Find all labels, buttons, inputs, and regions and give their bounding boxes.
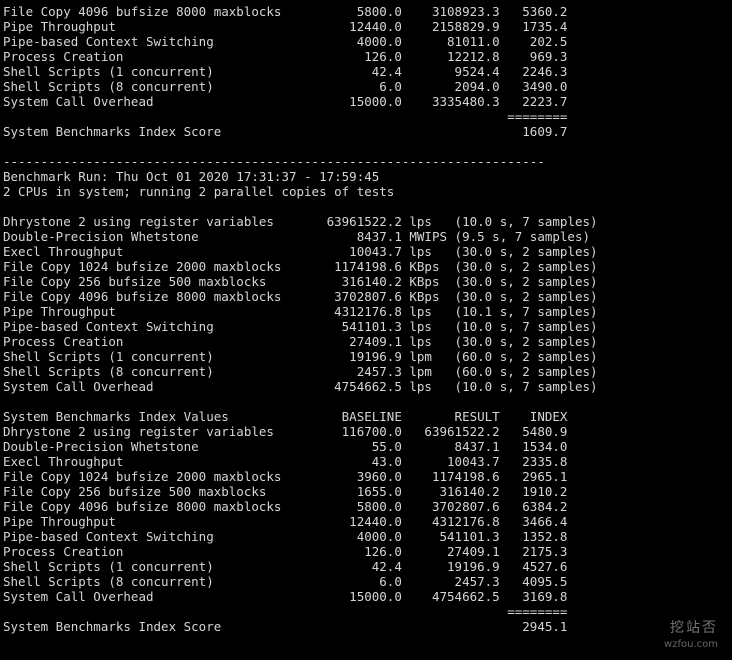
terminal-line: File Copy 1024 bufsize 2000 maxblocks 39…: [3, 469, 568, 484]
terminal-line: Benchmark Run: Thu Oct 01 2020 17:31:37 …: [3, 169, 380, 184]
terminal-line: Pipe-based Context Switching 4000.0 8101…: [3, 34, 568, 49]
terminal-line: Dhrystone 2 using register variables 639…: [3, 214, 598, 229]
watermark: 挖站否 wzfou.com: [664, 621, 718, 652]
terminal-line: System Call Overhead 15000.0 4754662.5 3…: [3, 589, 568, 604]
terminal-line: Pipe Throughput 12440.0 4312176.8 3466.4: [3, 514, 568, 529]
terminal-line: Pipe Throughput 4312176.8 lps (10.1 s, 7…: [3, 304, 598, 319]
terminal-line: File Copy 256 bufsize 500 maxblocks 3161…: [3, 274, 598, 289]
terminal-line: System Call Overhead 15000.0 3335480.3 2…: [3, 94, 568, 109]
terminal-line: Shell Scripts (8 concurrent) 6.0 2457.3 …: [3, 574, 568, 589]
terminal-line: System Benchmarks Index Score 1609.7: [3, 124, 568, 139]
terminal-line: ========: [3, 109, 568, 124]
terminal-line: File Copy 4096 bufsize 8000 maxblocks 58…: [3, 4, 568, 19]
terminal-line: File Copy 1024 bufsize 2000 maxblocks 11…: [3, 259, 598, 274]
terminal-line: Pipe Throughput 12440.0 2158829.9 1735.4: [3, 19, 568, 34]
terminal-line: Pipe-based Context Switching 4000.0 5411…: [3, 529, 568, 544]
terminal-line: System Benchmarks Index Score 2945.1: [3, 619, 568, 634]
terminal-line: File Copy 4096 bufsize 8000 maxblocks 58…: [3, 499, 568, 514]
watermark-name: 挖站否: [670, 620, 718, 636]
terminal-line: Process Creation 126.0 27409.1 2175.3: [3, 544, 568, 559]
terminal-line: File Copy 4096 bufsize 8000 maxblocks 37…: [3, 289, 598, 304]
terminal-line: ========: [3, 604, 568, 619]
terminal-line: Process Creation 27409.1 lps (30.0 s, 2 …: [3, 334, 598, 349]
terminal-line: Shell Scripts (8 concurrent) 2457.3 lpm …: [3, 364, 598, 379]
terminal-line: System Benchmarks Index Values BASELINE …: [3, 409, 568, 424]
terminal-line: Shell Scripts (1 concurrent) 42.4 9524.4…: [3, 64, 568, 79]
terminal-window[interactable]: File Copy 4096 bufsize 8000 maxblocks 58…: [0, 0, 732, 660]
terminal-line: 2 CPUs in system; running 2 parallel cop…: [3, 184, 395, 199]
terminal-line: Double-Precision Whetstone 8437.1 MWIPS …: [3, 229, 590, 244]
terminal-line: File Copy 256 bufsize 500 maxblocks 1655…: [3, 484, 568, 499]
terminal-line: Shell Scripts (1 concurrent) 19196.9 lpm…: [3, 349, 598, 364]
terminal-output: File Copy 4096 bufsize 8000 maxblocks 58…: [3, 4, 732, 634]
terminal-line: Shell Scripts (1 concurrent) 42.4 19196.…: [3, 559, 568, 574]
terminal-line: Pipe-based Context Switching 541101.3 lp…: [3, 319, 598, 334]
terminal-line: Process Creation 126.0 12212.8 969.3: [3, 49, 568, 64]
terminal-line: Execl Throughput 43.0 10043.7 2335.8: [3, 454, 568, 469]
terminal-line: System Call Overhead 4754662.5 lps (10.0…: [3, 379, 598, 394]
watermark-domain: wzfou.com: [664, 639, 718, 650]
terminal-line: ----------------------------------------…: [3, 154, 545, 169]
terminal-line: Double-Precision Whetstone 55.0 8437.1 1…: [3, 439, 568, 454]
terminal-line: Execl Throughput 10043.7 lps (30.0 s, 2 …: [3, 244, 598, 259]
terminal-line: Shell Scripts (8 concurrent) 6.0 2094.0 …: [3, 79, 568, 94]
terminal-line: Dhrystone 2 using register variables 116…: [3, 424, 568, 439]
